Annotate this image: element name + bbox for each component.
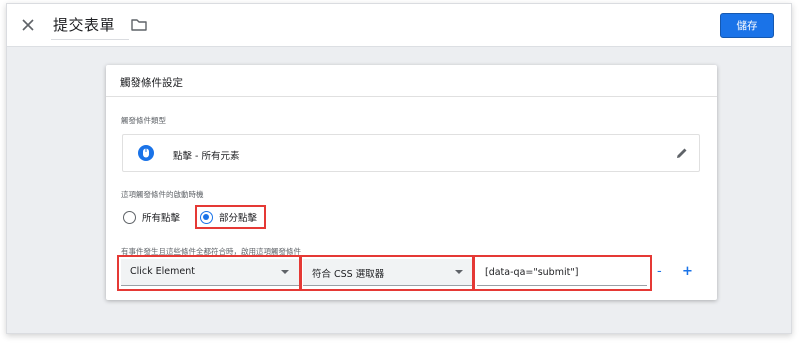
click-icon <box>138 145 154 161</box>
trigger-type-value: 點擊 - 所有元素 <box>173 151 240 162</box>
trigger-type-label: 觸發條件類型 <box>121 116 166 125</box>
operator-value: 符合 CSS 選取器 <box>312 269 385 280</box>
radio-all-label: 所有點擊 <box>142 213 181 224</box>
trigger-type-selector[interactable]: 點擊 - 所有元素 <box>122 134 700 172</box>
add-condition-button[interactable]: + <box>682 264 693 279</box>
condition-value-input[interactable] <box>477 259 647 286</box>
tag-manager-window: 提交表單 儲存 觸發條件設定 觸發條件類型 點擊 - 所有元素 這項觸發條件的啟… <box>6 3 792 334</box>
condition-label: 有事件發生且這些條件全都符合時，啟用這項觸發條件 <box>121 247 301 256</box>
save-button[interactable]: 儲存 <box>720 13 774 38</box>
trigger-configuration-card: 觸發條件設定 觸發條件類型 點擊 - 所有元素 這項觸發條件的啟動時機 所有點擊… <box>106 65 717 300</box>
fire-on-label: 這項觸發條件的啟動時機 <box>121 190 204 199</box>
operator-dropdown[interactable]: 符合 CSS 選取器 <box>303 259 473 286</box>
radio-all-clicks[interactable]: 所有點擊 <box>123 210 180 224</box>
remove-condition-button[interactable]: - <box>657 264 662 279</box>
folder-icon[interactable] <box>130 16 148 34</box>
chevron-down-icon <box>455 270 463 274</box>
title-underline <box>51 39 129 40</box>
edit-icon[interactable] <box>675 146 689 160</box>
radio-some-circle[interactable] <box>200 210 213 224</box>
radio-some-label: 部分點擊 <box>219 213 258 224</box>
radio-all-circle[interactable] <box>123 210 136 224</box>
variable-dropdown[interactable]: Click Element <box>121 259 299 286</box>
top-bar: 提交表單 儲存 <box>7 4 791 47</box>
chevron-down-icon <box>281 270 289 274</box>
card-title: 觸發條件設定 <box>106 65 717 97</box>
variable-value: Click Element <box>130 266 195 277</box>
page-title[interactable]: 提交表單 <box>53 14 115 35</box>
radio-some-clicks[interactable]: 部分點擊 <box>200 210 257 224</box>
close-icon[interactable] <box>17 14 39 36</box>
